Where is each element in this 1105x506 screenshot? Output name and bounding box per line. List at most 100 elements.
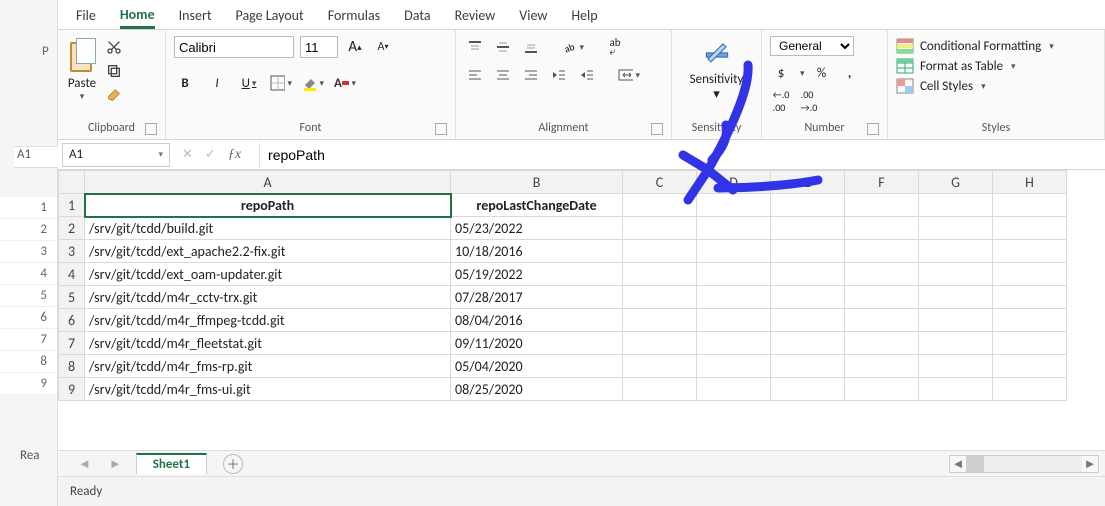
font-color-button[interactable]: A▾	[334, 72, 356, 94]
new-sheet-button[interactable]: ＋	[223, 454, 243, 474]
increase-decimal-icon[interactable]: ←.0.00	[770, 90, 792, 112]
horizontal-scrollbar[interactable]: ◄ ►	[949, 455, 1099, 473]
worksheet[interactable]: A B C D E F G H 1 repoPath repoLastChang…	[58, 170, 1105, 476]
merge-center-button[interactable]: ▾	[618, 64, 640, 86]
cell[interactable]: /srv/git/tcdd/m4r_ffmpeg-tcdd.git	[85, 309, 451, 332]
cell[interactable]: /srv/git/tcdd/m4r_fleetstat.git	[85, 332, 451, 355]
cut-icon[interactable]	[104, 38, 124, 56]
underline-button[interactable]: U▾	[238, 72, 260, 94]
bold-button[interactable]: B	[174, 72, 196, 94]
align-left-icon[interactable]	[464, 64, 486, 86]
cell[interactable]: 05/23/2022	[451, 217, 623, 240]
cell-A1[interactable]: repoPath	[85, 194, 451, 217]
row-header[interactable]: 1	[59, 194, 85, 217]
cell[interactable]: /srv/git/tcdd/m4r_fms-ui.git	[85, 378, 451, 401]
row-header[interactable]: 2	[59, 217, 85, 240]
status-bar: Ready	[58, 476, 1105, 506]
tab-home[interactable]: Home	[120, 6, 155, 29]
conditional-formatting-button[interactable]: Conditional Formatting▾	[896, 38, 1054, 54]
cell[interactable]: 09/11/2020	[451, 332, 623, 355]
align-center-icon[interactable]	[492, 64, 514, 86]
sheet-nav-next[interactable]: ►	[105, 456, 126, 472]
scroll-right-icon[interactable]: ►	[1082, 456, 1098, 472]
format-painter-icon[interactable]	[104, 86, 124, 104]
cell[interactable]: /srv/git/tcdd/build.git	[85, 217, 451, 240]
cell[interactable]: /srv/git/tcdd/ext_oam-updater.git	[85, 263, 451, 286]
align-right-icon[interactable]	[520, 64, 542, 86]
scroll-thumb[interactable]	[966, 456, 984, 472]
decrease-font-icon[interactable]: A▾	[372, 36, 394, 58]
cell-styles-button[interactable]: Cell Styles▾	[896, 78, 1054, 94]
row-header[interactable]: 5	[59, 286, 85, 309]
font-size-select[interactable]	[300, 36, 338, 58]
cell[interactable]: 07/28/2017	[451, 286, 623, 309]
row-header[interactable]: 3	[59, 240, 85, 263]
name-box[interactable]: A1▾	[62, 143, 170, 167]
fx-icon[interactable]: ƒx	[228, 147, 247, 163]
tab-data[interactable]: Data	[404, 7, 430, 29]
italic-button[interactable]: I	[206, 72, 228, 94]
align-middle-icon[interactable]	[492, 36, 514, 58]
select-all-corner[interactable]	[59, 171, 85, 194]
align-bottom-icon[interactable]	[520, 36, 542, 58]
cancel-edit-icon[interactable]: ✕	[182, 147, 193, 163]
col-header-B[interactable]: B	[451, 171, 623, 194]
sensitivity-button[interactable]: Sensitivity ▾	[690, 36, 744, 102]
tab-help[interactable]: Help	[571, 7, 597, 29]
align-top-icon[interactable]	[464, 36, 486, 58]
col-header-F[interactable]: F	[845, 171, 919, 194]
col-header-C[interactable]: C	[623, 171, 697, 194]
col-header-H[interactable]: H	[993, 171, 1067, 194]
col-header-D[interactable]: D	[697, 171, 771, 194]
decrease-decimal-icon[interactable]: .00→.0	[798, 90, 820, 112]
cell[interactable]: 08/04/2016	[451, 309, 623, 332]
accounting-format-button[interactable]: $	[770, 62, 792, 84]
cell[interactable]: 08/25/2020	[451, 378, 623, 401]
format-as-table-button[interactable]: Format as Table▾	[896, 58, 1054, 74]
row-header[interactable]: 8	[59, 355, 85, 378]
formula-input[interactable]	[259, 143, 1105, 167]
row-header[interactable]: 9	[59, 378, 85, 401]
col-header-G[interactable]: G	[919, 171, 993, 194]
paste-button[interactable]: Paste ▾	[66, 36, 98, 102]
number-dialog-launcher[interactable]	[867, 123, 879, 135]
fill-color-button[interactable]: ▾	[302, 72, 324, 94]
cell[interactable]: 05/04/2020	[451, 355, 623, 378]
cell[interactable]: /srv/git/tcdd/m4r_cctv-trx.git	[85, 286, 451, 309]
row-header[interactable]: 4	[59, 263, 85, 286]
font-dialog-launcher[interactable]	[435, 123, 447, 135]
tab-insert[interactable]: Insert	[179, 7, 212, 29]
increase-indent-icon[interactable]	[576, 64, 598, 86]
wrap-text-button[interactable]: ab⤶	[604, 36, 626, 58]
copy-icon[interactable]	[104, 62, 124, 80]
confirm-edit-icon[interactable]: ✓	[205, 147, 216, 163]
borders-button[interactable]: ▾	[270, 72, 292, 94]
alignment-dialog-launcher[interactable]	[651, 123, 663, 135]
font-name-select[interactable]	[174, 36, 294, 58]
scroll-left-icon[interactable]: ◄	[950, 456, 966, 472]
number-format-select[interactable]: General	[770, 36, 854, 56]
tab-formulas[interactable]: Formulas	[328, 7, 380, 29]
cell[interactable]: 10/18/2016	[451, 240, 623, 263]
percent-button[interactable]: %	[811, 62, 833, 84]
clipboard-dialog-launcher[interactable]	[145, 123, 157, 135]
orientation-button[interactable]: ab▾	[562, 36, 584, 58]
tab-view[interactable]: View	[519, 7, 547, 29]
tab-file[interactable]: File	[76, 7, 96, 29]
cell-B1[interactable]: repoLastChangeDate	[451, 194, 623, 217]
sheet-tab-1[interactable]: Sheet1	[136, 453, 207, 474]
row-header[interactable]: 7	[59, 332, 85, 355]
cell[interactable]: 05/19/2022	[451, 263, 623, 286]
cell[interactable]: /srv/git/tcdd/m4r_fms-rp.git	[85, 355, 451, 378]
col-header-E[interactable]: E	[771, 171, 845, 194]
comma-style-button[interactable]: ,	[839, 62, 861, 84]
tab-review[interactable]: Review	[455, 7, 496, 29]
row-header[interactable]: 6	[59, 309, 85, 332]
tab-page-layout[interactable]: Page Layout	[236, 7, 304, 29]
col-header-A[interactable]: A	[85, 171, 451, 194]
increase-font-icon[interactable]: A▴	[344, 36, 366, 58]
paste-caret[interactable]: ▾	[80, 91, 85, 102]
sheet-nav-prev[interactable]: ◄	[74, 456, 95, 472]
cell[interactable]: /srv/git/tcdd/ext_apache2.2-fix.git	[85, 240, 451, 263]
decrease-indent-icon[interactable]	[548, 64, 570, 86]
